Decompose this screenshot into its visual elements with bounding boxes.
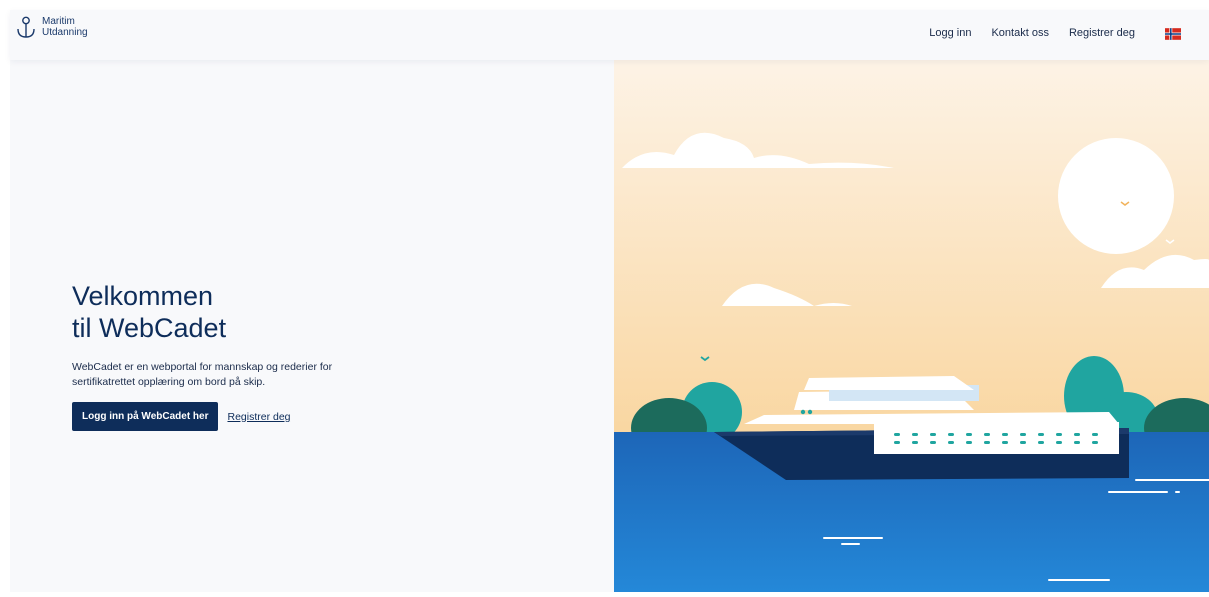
hero-title-line-1: Velkommen	[72, 281, 214, 311]
register-link[interactable]: Registrer deg	[227, 411, 290, 423]
hero-section: Velkommen til WebCadet WebCadet er en we…	[72, 280, 402, 431]
hero-description: WebCadet er en webportal for mannskap og…	[72, 361, 333, 388]
nav-register-link[interactable]: Registrer deg	[1069, 27, 1135, 39]
page: Maritim Utdanning Logg inn Kontakt oss R…	[10, 10, 1209, 592]
hero-title: Velkommen til WebCadet	[72, 280, 402, 344]
norwegian-flag-icon[interactable]	[1165, 27, 1181, 40]
nav-contact-link[interactable]: Kontakt oss	[991, 27, 1048, 39]
anchor-icon	[17, 16, 35, 38]
nav-login-link[interactable]: Logg inn	[929, 27, 971, 39]
login-webcadet-button[interactable]: Logg inn på WebCadet her	[72, 402, 219, 431]
header: Maritim Utdanning Logg inn Kontakt oss R…	[10, 10, 1209, 60]
hero-actions: Logg inn på WebCadet her Registrer deg	[72, 402, 402, 431]
ship-at-sea-illustration	[614, 60, 1209, 592]
top-nav: Logg inn Kontakt oss Registrer deg	[929, 10, 1209, 56]
hero-title-line-2: til WebCadet	[72, 313, 227, 343]
brand-name: Maritim Utdanning	[42, 16, 88, 38]
hero-illustration	[614, 60, 1209, 592]
brand-logo[interactable]: Maritim Utdanning	[16, 16, 88, 40]
brand-line-1: Maritim	[42, 16, 75, 27]
brand-line-2: Utdanning	[42, 27, 88, 38]
